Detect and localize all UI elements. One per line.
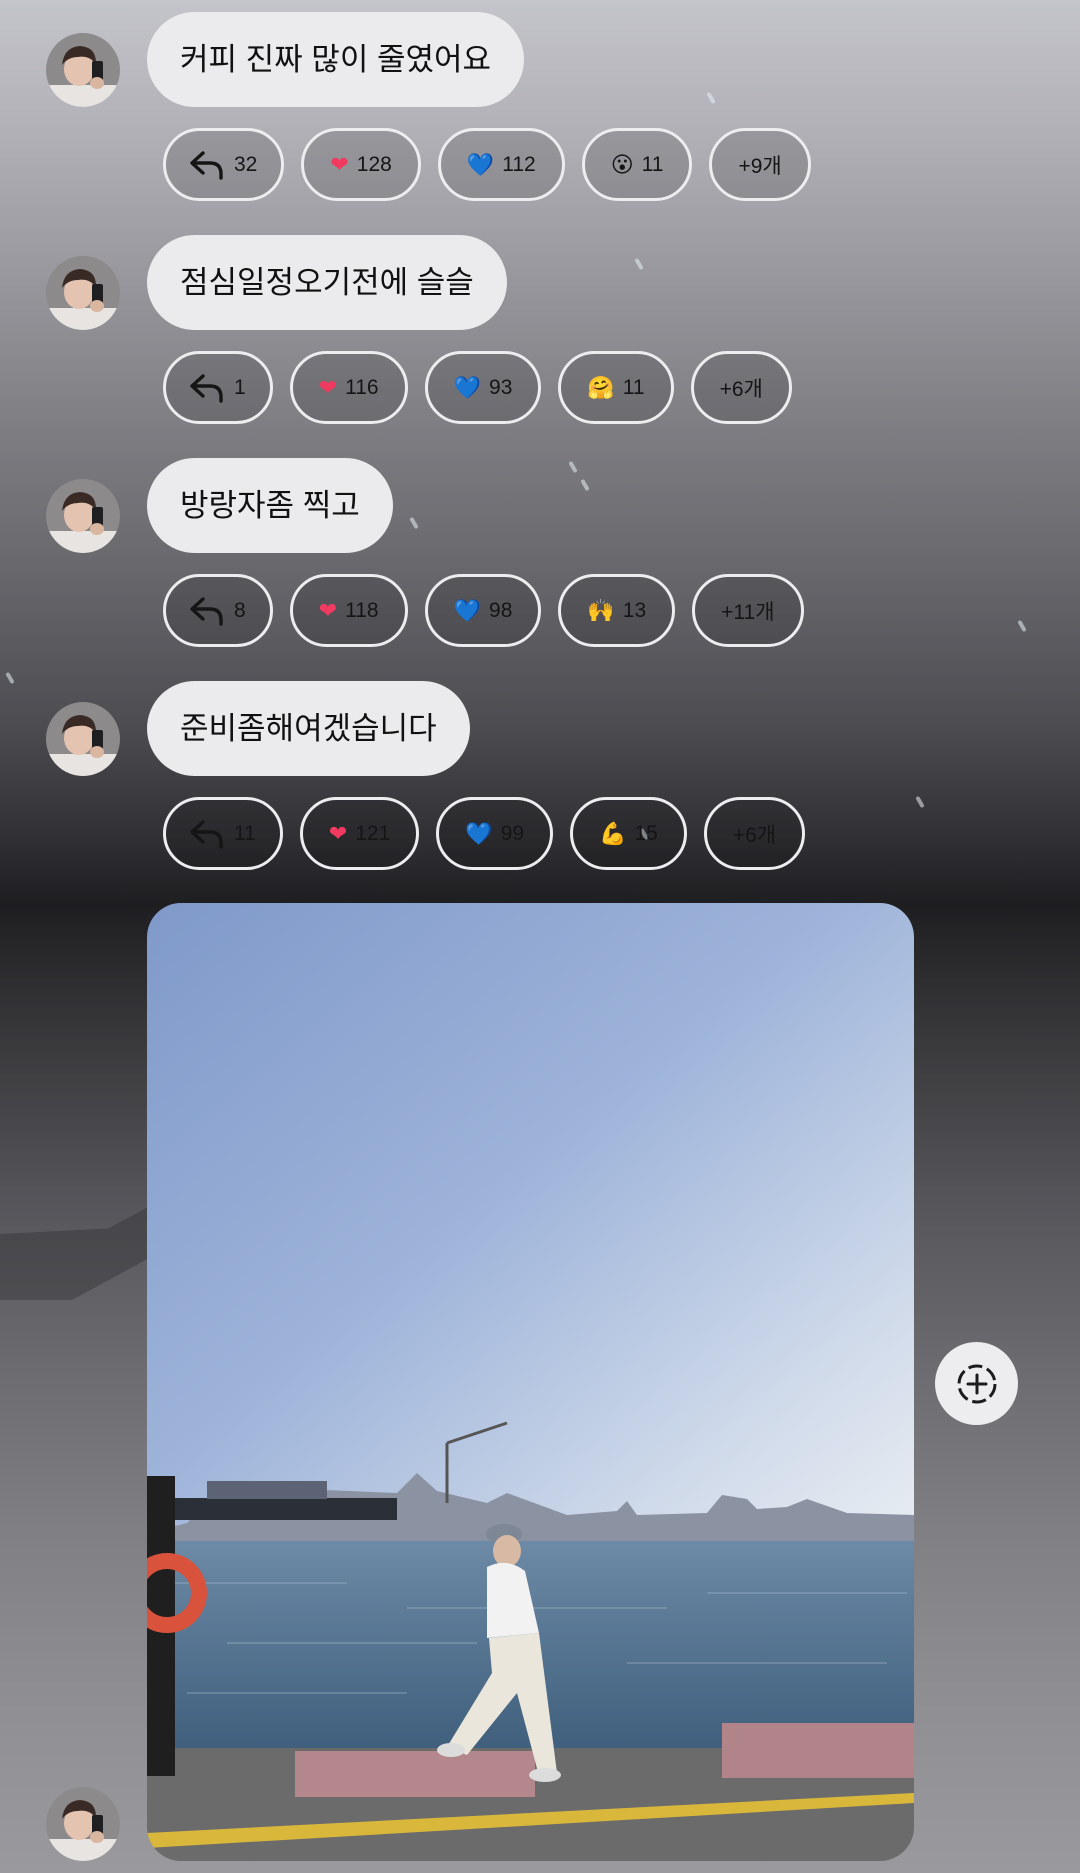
reply-reaction[interactable]: 32 <box>163 128 285 201</box>
background-speck <box>1017 619 1027 633</box>
message-bubble[interactable]: 방랑자좀 찍고 <box>147 458 393 553</box>
red-heart-icon: ❤ <box>318 374 338 400</box>
red-heart-icon: ❤ <box>318 597 338 623</box>
background-speck <box>634 257 644 271</box>
emoji-reaction-count: 11 <box>622 375 645 399</box>
reaction-bar: 8 ❤ 118 💙 98 🙌 13 +11개 <box>163 574 804 647</box>
background-speck <box>915 795 925 809</box>
avatar[interactable] <box>46 33 120 107</box>
reply-count: 1 <box>234 375 246 399</box>
reply-arrow-icon <box>190 373 223 403</box>
photo-message[interactable] <box>147 903 914 1861</box>
heart-blue-count: 99 <box>500 821 525 845</box>
blue-heart-icon: 💙 <box>465 820 493 846</box>
heart-blue-count: 98 <box>489 598 513 622</box>
emoji-reaction[interactable]: 😮 11 <box>581 128 693 201</box>
reply-arrow-icon <box>190 596 223 626</box>
heart-red-reaction[interactable]: ❤ 121 <box>299 797 420 870</box>
background-speck <box>409 516 419 530</box>
emoji-reaction-count: 11 <box>641 152 664 176</box>
blue-heart-icon: 💙 <box>453 597 482 623</box>
add-circle-dashed-icon <box>957 1364 996 1403</box>
reply-reaction[interactable]: 8 <box>163 574 273 647</box>
heart-red-reaction[interactable]: ❤ 128 <box>301 128 421 201</box>
heart-blue-count: 93 <box>489 375 513 399</box>
message-bubble[interactable]: 커피 진짜 많이 줄였어요 <box>147 12 525 107</box>
reaction-bar: 11 ❤ 121 💙 99 💪 15 +6개 <box>163 797 806 870</box>
heart-blue-reaction[interactable]: 💙 99 <box>436 797 554 870</box>
emoji-reaction[interactable]: 🤗 11 <box>558 351 674 424</box>
add-reaction-button[interactable] <box>935 1342 1018 1425</box>
reply-count: 11 <box>234 821 256 845</box>
emoji-reaction-count: 15 <box>634 821 658 845</box>
heart-red-reaction[interactable]: ❤ 118 <box>289 574 408 647</box>
red-heart-icon: ❤ <box>328 820 348 846</box>
background-speck <box>568 460 578 474</box>
avatar[interactable] <box>46 1787 120 1861</box>
reply-arrow-icon <box>190 150 223 180</box>
reply-reaction[interactable]: 11 <box>163 797 283 870</box>
message-bubble[interactable]: 점심일정오기전에 슬슬 <box>147 235 507 330</box>
emoji-reaction-count: 13 <box>622 598 647 622</box>
message-bubble[interactable]: 준비좀해여겠습니다 <box>147 681 470 776</box>
more-reactions-button[interactable]: +11개 <box>692 574 804 647</box>
avatar[interactable] <box>46 702 120 776</box>
reply-count: 32 <box>234 152 258 176</box>
reaction-bar: 32 ❤ 128 💙 112 😮 11 +9개 <box>163 128 811 201</box>
heart-blue-reaction[interactable]: 💙 93 <box>424 351 542 424</box>
reply-count: 8 <box>234 598 246 622</box>
heart-red-reaction[interactable]: ❤ 116 <box>289 351 408 424</box>
heart-red-count: 116 <box>345 375 379 399</box>
background-speck <box>5 671 15 685</box>
emoji-reaction[interactable]: 💪 15 <box>570 797 687 870</box>
heart-red-count: 118 <box>345 598 379 622</box>
raising-hands-icon: 🙌 <box>587 597 615 623</box>
surprised-face-icon: 😮 <box>610 151 634 177</box>
reply-arrow-icon <box>190 819 223 849</box>
heart-blue-reaction[interactable]: 💙 98 <box>424 574 542 647</box>
heart-blue-count: 112 <box>502 152 536 176</box>
heart-red-count: 128 <box>356 152 392 176</box>
blue-heart-icon: 💙 <box>453 374 482 400</box>
background-speck <box>706 91 716 105</box>
avatar[interactable] <box>46 479 120 553</box>
emoji-reaction[interactable]: 🙌 13 <box>558 574 676 647</box>
avatar[interactable] <box>46 256 120 330</box>
hugging-face-icon: 🤗 <box>587 374 615 400</box>
reaction-bar: 1 ❤ 116 💙 93 🤗 11 +6개 <box>163 351 792 424</box>
reply-reaction[interactable]: 1 <box>163 351 273 424</box>
more-reactions-button[interactable]: +6개 <box>690 351 792 424</box>
more-reactions-button[interactable]: +6개 <box>703 797 806 870</box>
more-reactions-button[interactable]: +9개 <box>709 128 811 201</box>
blue-heart-icon: 💙 <box>466 151 495 177</box>
red-heart-icon: ❤ <box>330 151 349 177</box>
heart-red-count: 121 <box>355 821 391 845</box>
flexed-biceps-icon: 💪 <box>599 820 627 846</box>
heart-blue-reaction[interactable]: 💙 112 <box>437 128 565 201</box>
background-speck <box>580 478 590 492</box>
